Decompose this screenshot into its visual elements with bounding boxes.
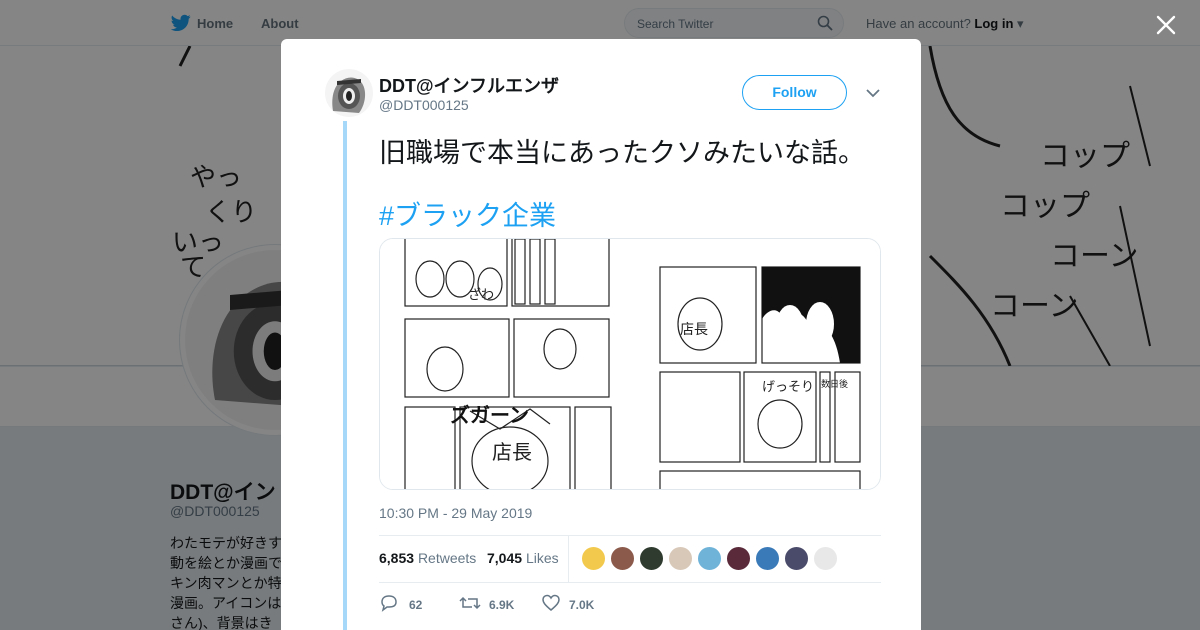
retweet-icon (459, 596, 481, 610)
chevron-down-icon[interactable] (865, 86, 881, 100)
manga-sfx-tencho: 店長 (492, 440, 532, 464)
liker-avatar[interactable] (697, 546, 722, 571)
heart-icon (542, 594, 560, 611)
liker-avatar[interactable] (639, 546, 664, 571)
likes-label: Likes (525, 550, 559, 566)
tweet-text: 旧職場で本当にあったクソみたいな話。 (379, 138, 865, 168)
manga-days-later: 数日後 (821, 378, 848, 390)
likes-stat[interactable]: 7,045 Likes (487, 550, 559, 566)
author-name[interactable]: DDT@インフルエンザ (379, 72, 559, 98)
liker-avatar[interactable] (726, 546, 751, 571)
hashtag-link[interactable]: #ブラック企業 (379, 194, 556, 233)
liker-avatar[interactable] (581, 546, 606, 571)
likes-count: 7,045 (487, 550, 523, 566)
liker-avatar[interactable] (755, 546, 780, 571)
retweet-count: 6.9K (489, 598, 515, 612)
retweets-stat[interactable]: 6,853 Retweets (379, 550, 476, 566)
liker-avatar[interactable] (610, 546, 635, 571)
manga-sfx-gessori: げっそり (762, 380, 814, 395)
liker-avatar[interactable] (784, 546, 809, 571)
tweet-timestamp[interactable]: 10:30 PM - 29 May 2019 (379, 505, 532, 521)
close-icon[interactable] (1154, 13, 1178, 37)
retweets-count: 6,853 (379, 550, 415, 566)
reply-icon (381, 595, 397, 612)
follow-button[interactable]: Follow (742, 75, 847, 110)
tweet-media-image[interactable]: ざわ ズガーン 店長 店長 げっそり 数日後 (379, 238, 881, 490)
author-avatar[interactable] (325, 69, 373, 117)
tweet-modal: DDT@インフルエンザ @DDT000125 Follow 旧職場で本当にあった… (281, 39, 921, 630)
stats-divider (568, 536, 569, 582)
manga-sfx-tencho-2: 店長 (680, 322, 708, 338)
retweets-label: Retweets (417, 550, 477, 566)
liker-avatar[interactable] (813, 546, 838, 571)
tweet-actions: 62 6.9K 7.0K (379, 593, 881, 617)
reply-count: 62 (409, 598, 423, 612)
author-handle[interactable]: @DDT000125 (379, 97, 469, 113)
like-count: 7.0K (569, 598, 595, 612)
thread-line (343, 121, 347, 630)
manga-sfx-zawa: ざわ (468, 287, 494, 303)
manga-sfx-zuga: ズガーン (450, 403, 529, 427)
tweet-stats: 6,853 Retweets 7,045 Likes (379, 535, 881, 583)
liker-avatar[interactable] (668, 546, 693, 571)
